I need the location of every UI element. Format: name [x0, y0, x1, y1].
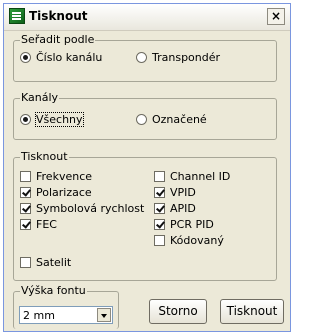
checkbox-icon[interactable] — [154, 219, 165, 230]
sort-option-label: Transpondér — [152, 51, 221, 64]
channels-option-label: Označené — [152, 113, 207, 126]
field-label: VPID — [170, 186, 196, 199]
field-label: FEC — [36, 218, 57, 231]
sort-legend: Seřadit podle — [20, 33, 96, 46]
checkbox-icon[interactable] — [154, 187, 165, 198]
checkbox-icon[interactable] — [154, 203, 165, 214]
app-icon — [9, 8, 25, 24]
print-fields-group: Tisknout Frekvence Polarizace Symbolová … — [13, 150, 277, 281]
field-symbol-rate[interactable]: Symbolová rychlost — [20, 202, 144, 215]
field-apid[interactable]: APID — [154, 202, 196, 215]
field-channel-id[interactable]: Channel ID — [154, 170, 230, 183]
field-label: Symbolová rychlost — [36, 202, 145, 215]
channels-option-label: Všechny — [35, 112, 84, 127]
field-label: PCR PID — [170, 218, 214, 231]
checkbox-icon[interactable] — [20, 219, 31, 230]
close-button[interactable]: × — [267, 8, 285, 25]
sort-option-channel-number[interactable]: Číslo kanálu — [20, 51, 102, 64]
field-label: Kódovaný — [170, 234, 224, 247]
channels-legend: Kanály — [20, 91, 60, 104]
field-frequency[interactable]: Frekvence — [20, 170, 92, 183]
sort-group: Seřadit podle Číslo kanálu Transpondér — [13, 33, 277, 82]
field-vpid[interactable]: VPID — [154, 186, 196, 199]
field-encrypted[interactable]: Kódovaný — [154, 234, 224, 247]
field-satellite[interactable]: Satelit — [20, 256, 71, 269]
print-dialog: Tisknout × Seřadit podle Číslo kanálu Tr… — [3, 3, 291, 332]
checkbox-icon[interactable] — [154, 171, 165, 182]
sort-option-label: Číslo kanálu — [36, 51, 103, 64]
sort-option-transponder[interactable]: Transpondér — [136, 51, 220, 64]
field-label: Satelit — [36, 256, 72, 269]
channels-option-marked[interactable]: Označené — [136, 113, 207, 126]
checkbox-icon[interactable] — [20, 257, 31, 268]
channels-option-all[interactable]: Všechny — [20, 112, 84, 127]
title-bar[interactable]: Tisknout × — [4, 4, 290, 31]
checkbox-icon[interactable] — [20, 187, 31, 198]
window-title: Tisknout — [29, 9, 88, 23]
field-fec[interactable]: FEC — [20, 218, 57, 231]
field-label: Polarizace — [36, 186, 92, 199]
checkbox-icon[interactable] — [154, 235, 165, 246]
print-fields-legend: Tisknout — [20, 150, 69, 163]
field-label: Channel ID — [170, 170, 231, 183]
font-size-select[interactable]: 2 mm — [19, 306, 113, 324]
font-size-legend: Výška fontu — [20, 284, 87, 297]
chevron-down-icon[interactable] — [97, 308, 111, 322]
font-size-value: 2 mm — [23, 309, 55, 322]
field-label: APID — [170, 202, 196, 215]
field-label: Frekvence — [36, 170, 93, 183]
cancel-button[interactable]: Storno — [149, 299, 207, 324]
print-button[interactable]: Tisknout — [220, 299, 284, 324]
radio-icon[interactable] — [20, 114, 31, 125]
radio-icon[interactable] — [136, 114, 147, 125]
channels-group: Kanály Všechny Označené — [13, 91, 277, 140]
field-pcr-pid[interactable]: PCR PID — [154, 218, 214, 231]
checkbox-icon[interactable] — [20, 203, 31, 214]
field-polarization[interactable]: Polarizace — [20, 186, 92, 199]
radio-icon[interactable] — [20, 52, 31, 63]
checkbox-icon[interactable] — [20, 171, 31, 182]
radio-icon[interactable] — [136, 52, 147, 63]
